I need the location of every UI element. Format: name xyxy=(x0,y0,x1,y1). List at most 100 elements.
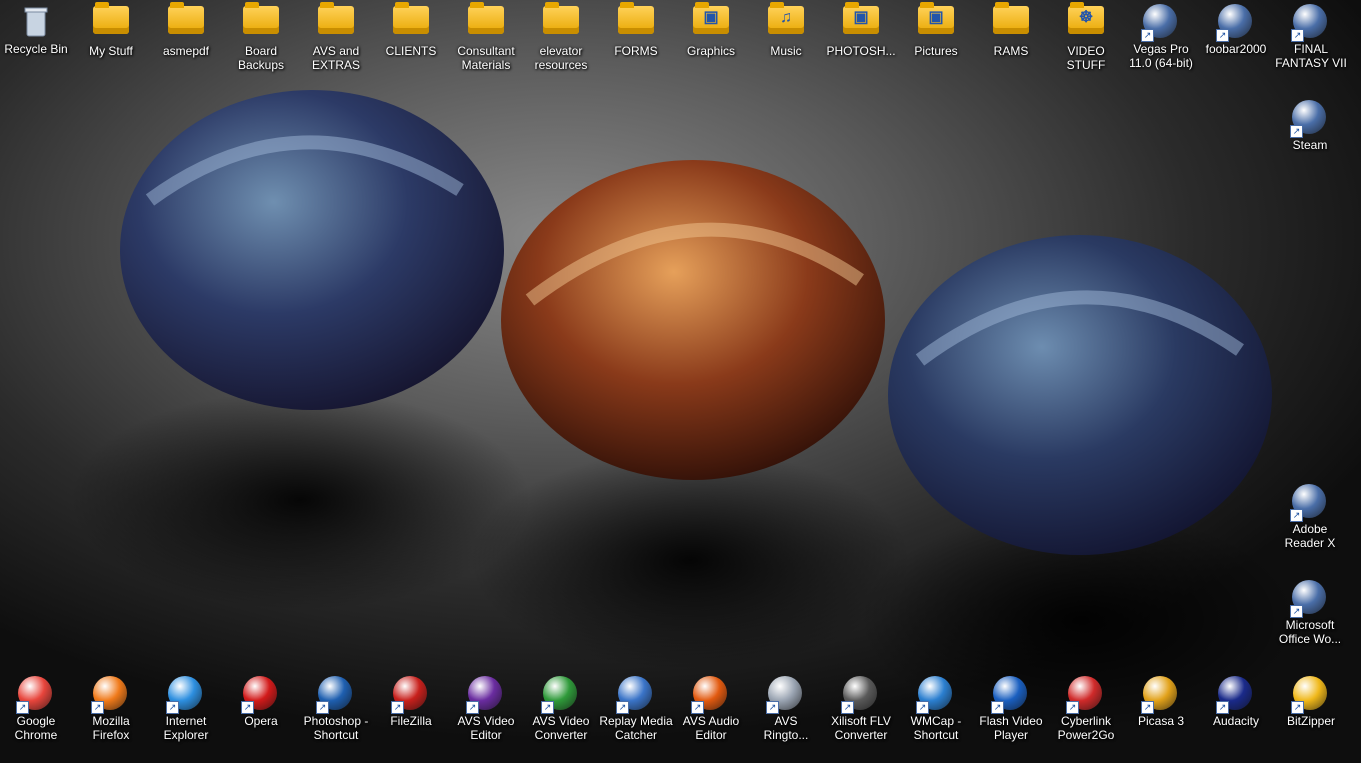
replay-media-icon: ↗ xyxy=(616,676,654,714)
bitzipper-icon: ↗ xyxy=(1291,676,1329,714)
desktop-icon-avs-audio-editor[interactable]: ↗ AVS Audio Editor xyxy=(674,672,748,742)
desktop-icon-label: Adobe Reader X xyxy=(1284,522,1336,550)
desktop-icon-ie[interactable]: ↗ Internet Explorer xyxy=(149,672,223,742)
avs-ringtone-icon: ↗ xyxy=(766,676,804,714)
desktop-icon-recycle-bin[interactable]: Recycle Bin xyxy=(0,0,73,56)
desktop-icon-label: Consultant Materials xyxy=(457,44,515,72)
desktop-icon-label: Board Backups xyxy=(237,44,285,72)
desktop-icon-folder-music[interactable]: ♫ Music xyxy=(749,0,823,58)
shortcut-arrow-icon: ↗ xyxy=(541,701,554,714)
word-icon: ↗ xyxy=(1290,580,1328,618)
desktop-icon-label: Flash Video Player xyxy=(979,714,1043,742)
shortcut-arrow-icon: ↗ xyxy=(1216,701,1229,714)
desktop-icon-label: RAMS xyxy=(993,44,1029,58)
shortcut-arrow-icon: ↗ xyxy=(166,701,179,714)
desktop-icon-label: AVS Video Editor xyxy=(457,714,515,742)
desktop-icon-chrome[interactable]: ↗ Google Chrome xyxy=(0,672,73,742)
opera-icon: ↗ xyxy=(241,676,279,714)
desktop-icon-folder-camera[interactable]: ▣ Graphics xyxy=(674,0,748,58)
desktop-icon-label: Mozilla Firefox xyxy=(92,714,130,742)
avs-video-editor-icon: ↗ xyxy=(466,676,504,714)
desktop-icon-label: Music xyxy=(770,44,802,58)
foobar-icon: ↗ xyxy=(1216,4,1254,42)
desktop-icon-folder[interactable]: Consultant Materials xyxy=(449,0,523,72)
desktop-icon-steam[interactable]: ↗ Steam xyxy=(1273,96,1347,152)
shortcut-arrow-icon: ↗ xyxy=(1290,509,1303,522)
desktop-icon-label: Audacity xyxy=(1212,714,1260,728)
desktop-icon-label: asmepdf xyxy=(162,44,210,58)
ie-icon: ↗ xyxy=(166,676,204,714)
folder-camera-icon: ▣ xyxy=(918,2,954,42)
steam-icon: ↗ xyxy=(1290,100,1328,138)
desktop-icon-label: AVS Ringto... xyxy=(763,714,809,742)
desktop-icon-firefox[interactable]: ↗ Mozilla Firefox xyxy=(74,672,148,742)
folder-icon xyxy=(993,2,1029,42)
desktop-icon-label: FileZilla xyxy=(390,714,432,728)
desktop-icon-label: Steam xyxy=(1292,138,1328,152)
desktop-icon-folder-camera[interactable]: ▣ Pictures xyxy=(899,0,973,58)
desktop-icon-label: Recycle Bin xyxy=(4,42,68,56)
desktop-icon-label: Opera xyxy=(244,714,278,728)
desktop-icon-folder[interactable]: Board Backups xyxy=(224,0,298,72)
desktop-icon-folder[interactable]: CLIENTS xyxy=(374,0,448,58)
shortcut-arrow-icon: ↗ xyxy=(1216,29,1229,42)
folder-icon xyxy=(468,2,504,42)
desktop-icon-folder[interactable]: FORMS xyxy=(599,0,673,58)
sphere-shadow-left xyxy=(70,390,530,610)
photoshop-icon: ↗ xyxy=(316,676,354,714)
desktop-icon-folder[interactable]: My Stuff xyxy=(74,0,148,58)
filezilla-icon: ↗ xyxy=(391,676,429,714)
desktop-icon-adobe-reader[interactable]: ↗ Adobe Reader X xyxy=(1273,480,1347,550)
desktop-icon-final-fantasy[interactable]: ↗ FINAL FANTASY VII xyxy=(1274,0,1348,70)
desktop-icon-avs-ringtone[interactable]: ↗ AVS Ringto... xyxy=(749,672,823,742)
desktop-icon-picasa[interactable]: ↗ Picasa 3 xyxy=(1124,672,1198,728)
power2go-icon: ↗ xyxy=(1066,676,1104,714)
desktop-icon-avs-video-converter[interactable]: ↗ AVS Video Converter xyxy=(524,672,598,742)
folder-icon xyxy=(168,2,204,42)
desktop-icon-label: Replay Media Catcher xyxy=(599,714,673,742)
desktop-icon-label: Vegas Pro 11.0 (64-bit) xyxy=(1129,42,1193,70)
desktop-icon-label: AVS Audio Editor xyxy=(682,714,740,742)
shortcut-arrow-icon: ↗ xyxy=(91,701,104,714)
sphere-right xyxy=(888,235,1272,555)
vegas-pro-icon: ↗ xyxy=(1141,4,1179,42)
desktop-icon-label: Picasa 3 xyxy=(1137,714,1185,728)
final-fantasy-icon: ↗ xyxy=(1291,4,1329,42)
desktop-icon-bitzipper[interactable]: ↗ BitZipper xyxy=(1274,672,1348,728)
desktop-icon-photoshop[interactable]: ↗ Photoshop - Shortcut xyxy=(299,672,373,742)
shortcut-arrow-icon: ↗ xyxy=(391,701,404,714)
desktop-icon-word[interactable]: ↗ Microsoft Office Wo... xyxy=(1273,576,1347,646)
desktop-icon-folder[interactable]: AVS and EXTRAS xyxy=(299,0,373,72)
desktop-icon-avs-video-editor[interactable]: ↗ AVS Video Editor xyxy=(449,672,523,742)
film-reel-icon: ↗ xyxy=(841,676,879,714)
desktop-icon-folder[interactable]: elevator resources xyxy=(524,0,598,72)
desktop-icon-opera[interactable]: ↗ Opera xyxy=(224,672,298,728)
desktop-icon-label: Graphics xyxy=(686,44,736,58)
firefox-icon: ↗ xyxy=(91,676,129,714)
desktop-icon-label: Pictures xyxy=(914,44,958,58)
desktop-icon-folder-film[interactable]: ☸ VIDEO STUFF xyxy=(1049,0,1123,72)
avs-video-converter-icon: ↗ xyxy=(541,676,579,714)
desktop-icon-folder[interactable]: asmepdf xyxy=(149,0,223,58)
wmcap-icon: ↗ xyxy=(916,676,954,714)
flv-player-icon: ↗ xyxy=(991,676,1029,714)
desktop-icon-label: elevator resources xyxy=(534,44,588,72)
desktop-icon-label: WMCap - Shortcut xyxy=(910,714,962,742)
desktop-icon-wmcap[interactable]: ↗ WMCap - Shortcut xyxy=(899,672,973,742)
desktop-icon-power2go[interactable]: ↗ Cyberlink Power2Go xyxy=(1049,672,1123,742)
desktop-icon-label: My Stuff xyxy=(89,44,133,58)
desktop-icon-folder-camera[interactable]: ▣ PHOTOSH... xyxy=(824,0,898,58)
desktop-icon-replay-media[interactable]: ↗ Replay Media Catcher xyxy=(599,672,673,742)
desktop-icon-audacity[interactable]: ↗ Audacity xyxy=(1199,672,1273,728)
desktop-icon-foobar[interactable]: ↗ foobar2000 xyxy=(1199,0,1273,56)
desktop-icon-label: Internet Explorer xyxy=(163,714,209,742)
desktop-icon-vegas-pro[interactable]: ↗ Vegas Pro 11.0 (64-bit) xyxy=(1124,0,1198,70)
desktop-icon-label: Google Chrome xyxy=(14,714,58,742)
folder-music-icon: ♫ xyxy=(768,2,804,42)
desktop-icon-filezilla[interactable]: ↗ FileZilla xyxy=(374,672,448,728)
desktop-icon-film-reel[interactable]: ↗ Xilisoft FLV Converter xyxy=(824,672,898,742)
shortcut-arrow-icon: ↗ xyxy=(1141,29,1154,42)
desktop-icon-label: AVS and EXTRAS xyxy=(311,44,360,72)
desktop-icon-flv-player[interactable]: ↗ Flash Video Player xyxy=(974,672,1048,742)
desktop-icon-folder[interactable]: RAMS xyxy=(974,0,1048,58)
